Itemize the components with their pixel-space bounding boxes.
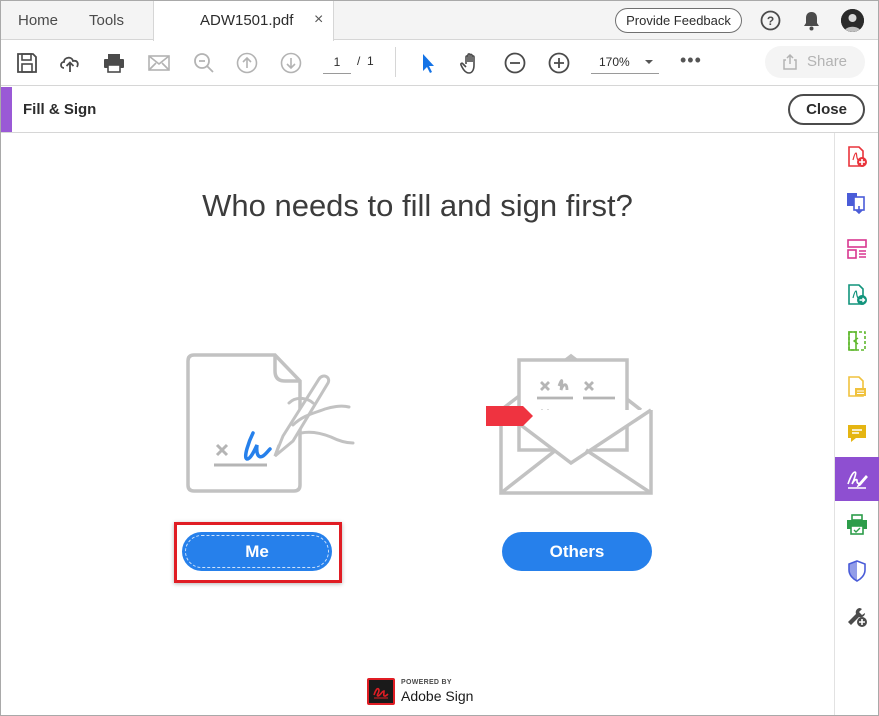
sign-document-illustration — [186, 353, 355, 493]
rail-create-pdf[interactable] — [835, 135, 879, 179]
others-button[interactable]: Others — [502, 532, 652, 571]
tab-home[interactable]: Home — [18, 12, 58, 29]
provide-feedback-button[interactable]: Provide Feedback — [615, 8, 742, 33]
page-separator: / — [357, 54, 361, 68]
close-button[interactable]: Close — [788, 94, 865, 125]
avatar[interactable] — [841, 9, 864, 32]
combine-files-icon — [847, 193, 865, 214]
print-production-icon — [847, 514, 867, 535]
envelope-illustration — [486, 353, 653, 495]
comment-icon — [848, 425, 866, 442]
protect-icon — [848, 560, 866, 582]
rail-scan[interactable] — [835, 365, 879, 409]
create-pdf-icon — [848, 146, 867, 167]
zoom-in-icon[interactable] — [547, 51, 571, 75]
organize-pages-icon — [847, 239, 867, 259]
edit-pdf-icon — [848, 331, 866, 351]
tab-tools[interactable]: Tools — [89, 12, 124, 29]
scan-icon — [848, 376, 866, 397]
adobe-sign-logo-icon — [367, 678, 395, 705]
close-tab-icon[interactable]: × — [314, 11, 323, 29]
zoom-search-icon[interactable] — [192, 51, 216, 75]
select-pointer-icon[interactable] — [415, 51, 439, 75]
powered-by-label: POWERED BY — [401, 679, 452, 686]
page-number-input[interactable] — [323, 50, 351, 74]
tab-bar: Home Tools ADW1501.pdf × Provide Feedbac… — [1, 1, 878, 41]
page-title: Who needs to fill and sign first? — [202, 188, 633, 223]
main-toolbar: / 1 170% ••• Share — [1, 41, 878, 86]
rail-export-pdf[interactable] — [835, 273, 879, 317]
fill-sign-icon — [847, 471, 868, 489]
tools-rail — [834, 133, 879, 715]
rail-print-production[interactable] — [835, 503, 879, 547]
adobe-sign-label: Adobe Sign — [401, 688, 474, 704]
panel-title: Fill & Sign — [23, 101, 97, 118]
svg-text:?: ? — [767, 14, 774, 28]
toolbar-divider — [395, 47, 396, 77]
tab-document[interactable]: ADW1501.pdf × — [153, 1, 334, 41]
share-label: Share — [807, 53, 848, 70]
more-tools-icon — [848, 608, 867, 627]
rail-more-tools[interactable] — [835, 595, 879, 639]
page-up-icon[interactable] — [235, 51, 259, 75]
share-button[interactable]: Share — [765, 46, 865, 78]
powered-by-adobe-sign: POWERED BY Adobe Sign — [367, 677, 477, 707]
export-pdf-icon — [848, 284, 867, 305]
rail-comment[interactable] — [835, 411, 879, 455]
fill-sign-header: Fill & Sign Close — [1, 87, 878, 133]
more-icon[interactable]: ••• — [680, 51, 702, 69]
main-content: Who needs to fill and sign first? Me Oth… — [1, 133, 834, 715]
cloud-upload-icon[interactable] — [58, 51, 82, 75]
page-total: 1 — [367, 54, 374, 68]
hand-icon[interactable] — [459, 51, 483, 75]
me-button[interactable]: Me — [182, 532, 332, 571]
rail-protect[interactable] — [835, 549, 879, 593]
zoom-value: 170% — [599, 55, 630, 69]
save-icon[interactable] — [15, 51, 39, 75]
page-down-icon[interactable] — [279, 51, 303, 75]
zoom-out-icon[interactable] — [503, 51, 527, 75]
email-icon[interactable] — [147, 51, 171, 75]
share-icon — [783, 53, 797, 70]
rail-edit-pdf[interactable] — [835, 319, 879, 363]
rail-fill-sign[interactable] — [835, 457, 879, 501]
help-circle-icon[interactable]: ? — [760, 10, 781, 31]
rail-combine-files[interactable] — [835, 181, 879, 225]
document-tab-title: ADW1501.pdf — [200, 12, 294, 29]
panel-accent-bar — [1, 87, 12, 132]
bell-icon[interactable] — [802, 10, 821, 31]
print-icon[interactable] — [102, 51, 126, 75]
zoom-select[interactable]: 170% — [591, 50, 659, 74]
rail-organize-pages[interactable] — [835, 227, 879, 271]
chevron-down-icon — [645, 60, 653, 64]
